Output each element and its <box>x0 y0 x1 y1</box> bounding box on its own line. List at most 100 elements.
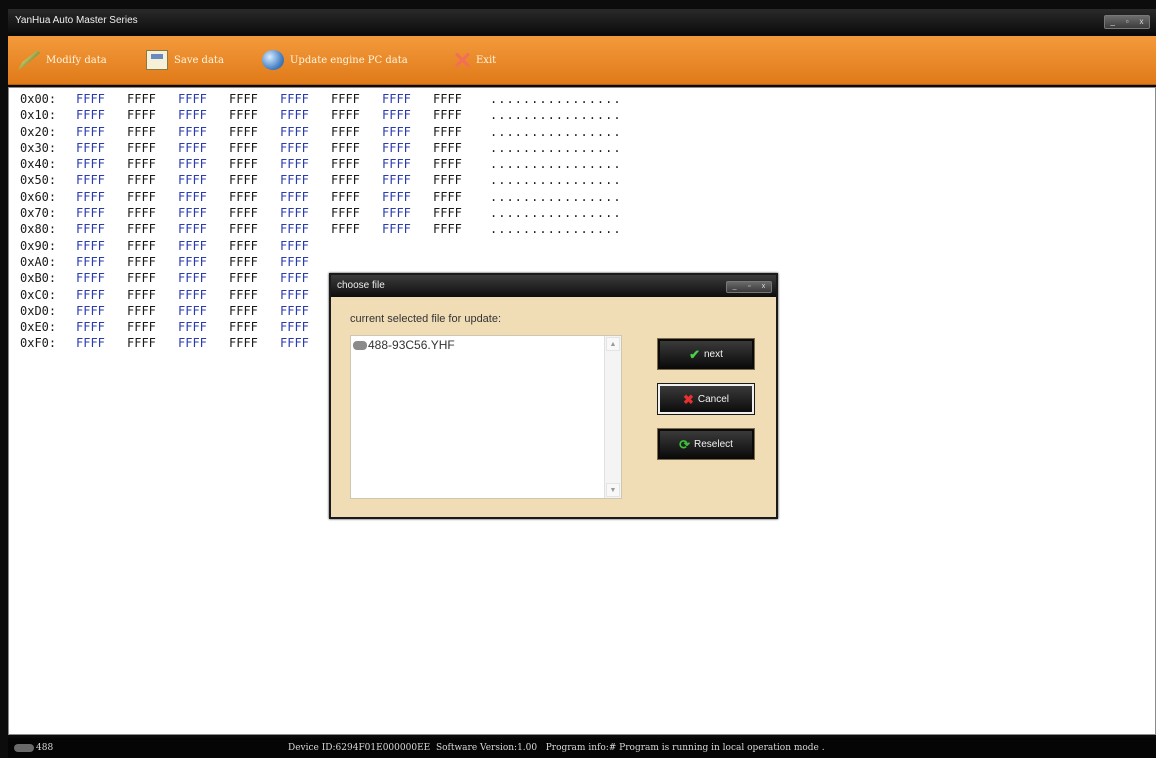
dialog-minimize-icon[interactable]: _ <box>733 282 737 292</box>
hex-word[interactable]: FFFF <box>127 303 178 319</box>
hex-word[interactable]: FFFF <box>178 140 229 156</box>
hex-word[interactable]: FFFF <box>178 189 229 205</box>
hex-word[interactable]: FFFF <box>127 189 178 205</box>
hex-word[interactable]: FFFF <box>229 189 280 205</box>
file-list-item[interactable]: 488-93C56.YHF <box>353 338 455 352</box>
hex-word[interactable]: FFFF <box>280 319 331 335</box>
window-controls[interactable]: _ ▫ x <box>1104 15 1150 29</box>
hex-word[interactable]: FFFF <box>127 107 178 123</box>
hex-word[interactable]: FFFF <box>331 172 382 188</box>
hex-word[interactable]: FFFF <box>127 221 178 237</box>
hex-word[interactable]: FFFF <box>229 238 280 254</box>
hex-word[interactable]: FFFF <box>433 156 484 172</box>
hex-word[interactable]: FFFF <box>178 107 229 123</box>
hex-word[interactable]: FFFF <box>433 205 484 221</box>
hex-word[interactable]: FFFF <box>280 156 331 172</box>
hex-word[interactable]: FFFF <box>178 156 229 172</box>
hex-word[interactable]: FFFF <box>382 124 433 140</box>
hex-word[interactable]: FFFF <box>178 319 229 335</box>
hex-word[interactable]: FFFF <box>229 335 280 351</box>
hex-word[interactable]: FFFF <box>433 140 484 156</box>
hex-word[interactable]: FFFF <box>382 140 433 156</box>
hex-word[interactable]: FFFF <box>178 287 229 303</box>
cancel-button[interactable]: ✖ Cancel <box>657 383 755 415</box>
hex-word[interactable]: FFFF <box>382 221 433 237</box>
hex-word[interactable]: FFFF <box>433 172 484 188</box>
hex-word[interactable]: FFFF <box>229 156 280 172</box>
hex-word[interactable]: FFFF <box>76 221 127 237</box>
reselect-button[interactable]: ⟳ Reselect <box>658 429 754 459</box>
scroll-down-arrow-icon[interactable]: ▼ <box>606 483 620 497</box>
hex-word[interactable]: FFFF <box>178 238 229 254</box>
hex-word[interactable]: FFFF <box>331 91 382 107</box>
next-button[interactable]: ✔ next <box>658 339 754 369</box>
hex-word[interactable]: FFFF <box>229 205 280 221</box>
hex-word[interactable]: FFFF <box>382 172 433 188</box>
hex-word[interactable]: FFFF <box>76 335 127 351</box>
hex-word[interactable]: FFFF <box>433 124 484 140</box>
hex-word[interactable]: FFFF <box>127 270 178 286</box>
hex-word[interactable]: FFFF <box>178 221 229 237</box>
hex-word[interactable]: FFFF <box>331 107 382 123</box>
exit-button[interactable]: Exit <box>454 50 496 70</box>
hex-word[interactable]: FFFF <box>229 303 280 319</box>
hex-word[interactable]: FFFF <box>127 254 178 270</box>
hex-word[interactable]: FFFF <box>280 124 331 140</box>
hex-word[interactable]: FFFF <box>229 172 280 188</box>
hex-word[interactable]: FFFF <box>331 124 382 140</box>
hex-word[interactable]: FFFF <box>280 205 331 221</box>
hex-word[interactable]: FFFF <box>178 91 229 107</box>
hex-word[interactable]: FFFF <box>178 303 229 319</box>
hex-word[interactable]: FFFF <box>433 221 484 237</box>
hex-word[interactable]: FFFF <box>229 254 280 270</box>
file-list[interactable]: 488-93C56.YHF ▲ ▼ <box>350 335 622 499</box>
hex-word[interactable]: FFFF <box>178 124 229 140</box>
hex-word[interactable]: FFFF <box>76 319 127 335</box>
hex-word[interactable]: FFFF <box>127 335 178 351</box>
hex-word[interactable]: FFFF <box>382 189 433 205</box>
hex-word[interactable]: FFFF <box>280 91 331 107</box>
hex-word[interactable]: FFFF <box>382 107 433 123</box>
hex-word[interactable]: FFFF <box>127 205 178 221</box>
hex-word[interactable]: FFFF <box>76 287 127 303</box>
close-icon[interactable]: x <box>1140 16 1144 28</box>
hex-word[interactable]: FFFF <box>76 270 127 286</box>
hex-word[interactable]: FFFF <box>280 107 331 123</box>
dialog-window-controls[interactable]: _ ▫ x <box>726 281 772 293</box>
hex-word[interactable]: FFFF <box>280 287 331 303</box>
hex-word[interactable]: FFFF <box>280 254 331 270</box>
hex-word[interactable]: FFFF <box>178 205 229 221</box>
hex-word[interactable]: FFFF <box>331 140 382 156</box>
hex-word[interactable]: FFFF <box>76 303 127 319</box>
hex-word[interactable]: FFFF <box>76 189 127 205</box>
hex-word[interactable]: FFFF <box>178 270 229 286</box>
hex-word[interactable]: FFFF <box>178 172 229 188</box>
hex-word[interactable]: FFFF <box>178 254 229 270</box>
hex-word[interactable]: FFFF <box>76 254 127 270</box>
modify-data-button[interactable]: Modify data <box>18 50 107 70</box>
hex-word[interactable]: FFFF <box>127 156 178 172</box>
hex-word[interactable]: FFFF <box>229 319 280 335</box>
hex-word[interactable]: FFFF <box>127 172 178 188</box>
hex-word[interactable]: FFFF <box>280 270 331 286</box>
dialog-close-icon[interactable]: x <box>762 282 766 292</box>
hex-word[interactable]: FFFF <box>229 270 280 286</box>
hex-word[interactable]: FFFF <box>178 335 229 351</box>
hex-word[interactable]: FFFF <box>280 172 331 188</box>
hex-word[interactable]: FFFF <box>331 221 382 237</box>
hex-word[interactable]: FFFF <box>229 140 280 156</box>
hex-word[interactable]: FFFF <box>280 189 331 205</box>
hex-word[interactable]: FFFF <box>382 205 433 221</box>
hex-word[interactable]: FFFF <box>76 140 127 156</box>
hex-word[interactable]: FFFF <box>127 287 178 303</box>
hex-word[interactable]: FFFF <box>229 107 280 123</box>
minimize-icon[interactable]: _ <box>1110 16 1114 28</box>
hex-word[interactable]: FFFF <box>76 156 127 172</box>
hex-word[interactable]: FFFF <box>331 156 382 172</box>
hex-word[interactable]: FFFF <box>382 156 433 172</box>
dialog-maximize-icon[interactable]: ▫ <box>748 282 750 292</box>
hex-word[interactable]: FFFF <box>76 238 127 254</box>
hex-word[interactable]: FFFF <box>76 91 127 107</box>
hex-word[interactable]: FFFF <box>382 91 433 107</box>
hex-word[interactable]: FFFF <box>127 140 178 156</box>
